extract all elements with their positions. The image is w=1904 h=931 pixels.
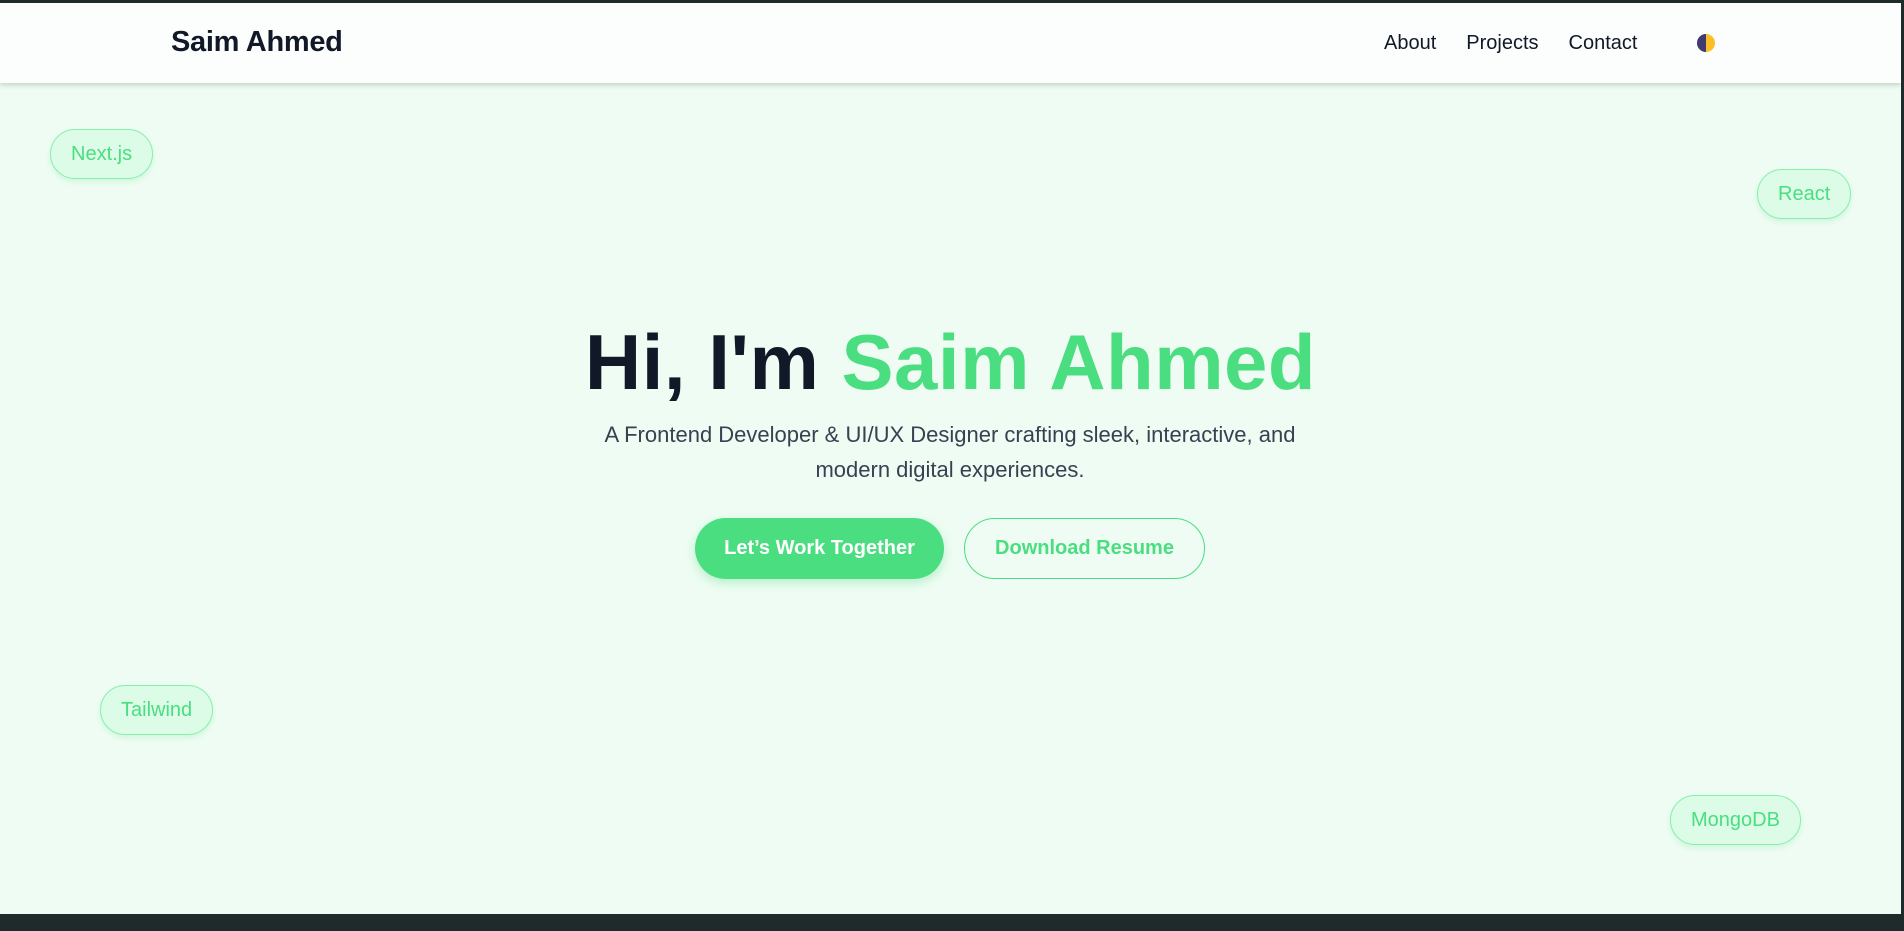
hero-title-prefix: Hi, I'm	[584, 318, 820, 406]
work-together-button[interactable]: Let’s Work Together	[695, 518, 944, 579]
nav-links: About Projects Contact	[1384, 32, 1667, 55]
hero-title-name: Saim Ahmed	[841, 318, 1317, 406]
hero-title: Hi, I'm Saim Ahmed	[0, 317, 1901, 408]
nav-link-contact[interactable]: Contact	[1569, 32, 1638, 55]
page: Next.js React Tailwind MongoDB Hi, I'm S…	[0, 3, 1901, 914]
brand-logo[interactable]: Saim Ahmed	[171, 26, 343, 59]
theme-toggle-icon[interactable]	[1696, 33, 1716, 53]
tech-chip-mongodb: MongoDB	[1670, 795, 1801, 845]
nav-link-about[interactable]: About	[1384, 32, 1436, 55]
tech-chip-tailwind: Tailwind	[100, 685, 214, 735]
tech-chip-nextjs: Next.js	[50, 129, 154, 179]
download-resume-button[interactable]: Download Resume	[964, 518, 1205, 579]
hero-subtitle: A Frontend Developer & UI/UX Designer cr…	[604, 422, 1296, 482]
nav-link-projects[interactable]: Projects	[1466, 32, 1538, 55]
hero-section: Next.js React Tailwind MongoDB Hi, I'm S…	[0, 3, 1901, 914]
half-moon-icon	[1697, 34, 1715, 52]
tech-chip-react: React	[1757, 169, 1852, 219]
navbar: Saim Ahmed About Projects Contact	[0, 3, 1901, 83]
